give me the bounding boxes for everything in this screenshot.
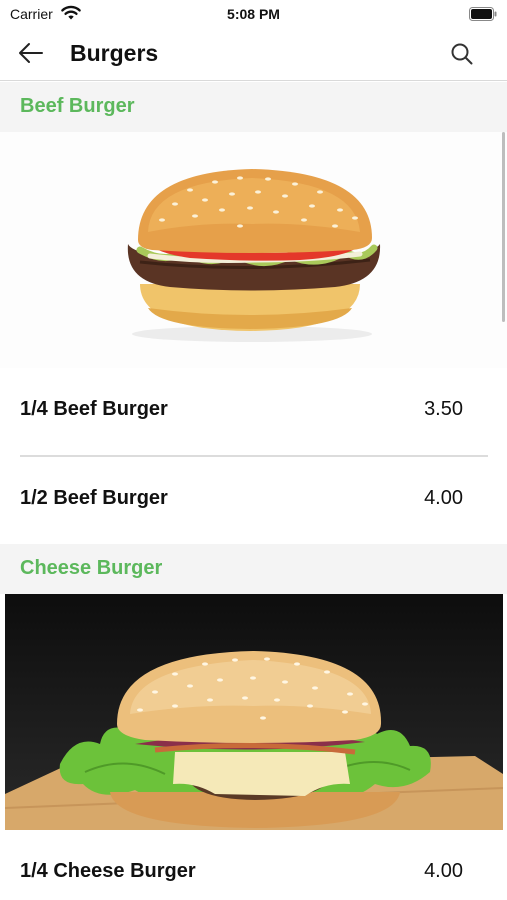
item-price: 4.00 [424, 487, 463, 509]
section-header-cheese-burger: Cheese Burger [0, 544, 507, 594]
beef-burger-image [0, 132, 507, 368]
item-price: 4.00 [424, 860, 463, 882]
scroll-indicator[interactable] [502, 132, 505, 322]
status-bar: Carrier 5:08 PM [0, 0, 507, 28]
cheese-burger-image [4, 594, 504, 830]
item-name: 1/4 Beef Burger [20, 398, 168, 420]
item-name: 1/2 Beef Burger [20, 487, 168, 509]
menu-item-row[interactable]: 1/4 Beef Burger 3.50 [0, 368, 507, 456]
menu-item-row[interactable]: 1/4 Cheese Burger 4.00 [0, 830, 507, 900]
section-header-beef-burger: Beef Burger [0, 82, 507, 132]
navigation-bar: Burgers [0, 28, 507, 81]
item-name: 1/4 Cheese Burger [20, 860, 196, 882]
section-title: Beef Burger [20, 95, 135, 117]
page-title: Burgers [70, 40, 159, 66]
battery-icon [469, 7, 497, 21]
search-icon[interactable] [449, 41, 475, 67]
menu-item-row[interactable]: 1/2 Beef Burger 4.00 [0, 457, 507, 545]
arrow-left-icon[interactable] [16, 40, 46, 66]
clock: 5:08 PM [227, 6, 280, 22]
section-title: Cheese Burger [20, 557, 163, 579]
item-price: 3.50 [424, 398, 463, 420]
